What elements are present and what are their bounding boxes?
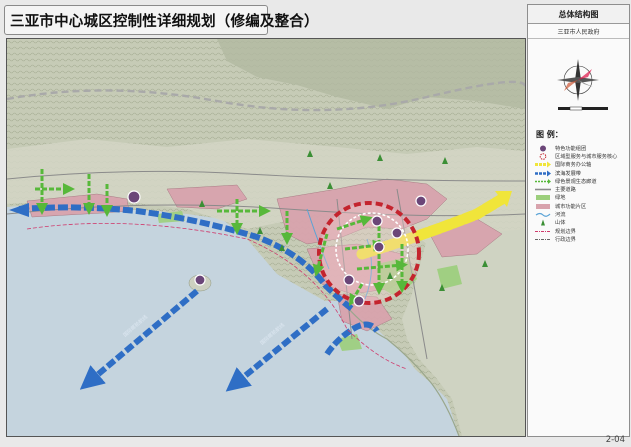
- green-dashed-arrow-icon: [535, 178, 551, 184]
- legend-label: 区域型服务与城市服务核心: [555, 153, 618, 160]
- legend-item: 特色功能组团: [534, 144, 626, 152]
- legend-item: 行政边界: [534, 235, 626, 243]
- pink-fill-icon: [536, 203, 550, 209]
- legend-title: 图 例：: [536, 130, 563, 139]
- map-canvas: 国际邮轮航线 国际邮轮航线: [7, 39, 525, 436]
- panel-subheading: 三亚市人民政府: [528, 24, 629, 39]
- gray-road-icon: [535, 188, 551, 191]
- legend-item: 国际商务办公轴: [534, 161, 626, 169]
- legend-item: 主要道路: [534, 185, 626, 193]
- compass-rose-icon: [557, 59, 599, 101]
- legend-label: 城市功能片区: [555, 203, 587, 210]
- red-boundary-line-icon: [535, 230, 551, 232]
- map-view[interactable]: 国际邮轮航线 国际邮轮航线: [6, 38, 526, 437]
- legend-label: 规划边界: [555, 228, 576, 235]
- legend-label: 国际商务办公轴: [555, 162, 592, 169]
- page-title: 三亚市中心城区控制性详细规划（修编及整合）: [10, 12, 319, 30]
- legend-item: 规划边界: [534, 227, 626, 235]
- legend-panel: 总体结构图 三亚市人民政府 图 例： 特色功能组团 区域型服务与城市服务核心 国…: [527, 4, 630, 437]
- legend-item: 区域型服务与城市服务核心: [534, 152, 626, 160]
- legend-item: 绿地: [534, 194, 626, 202]
- legend-label: 河流: [555, 212, 566, 219]
- title-bar: 三亚市中心城区控制性详细规划（修编及整合）: [4, 5, 319, 35]
- page-number: 2-04: [605, 435, 625, 445]
- panel-heading: 总体结构图: [528, 5, 629, 24]
- legend-label: 主要道路: [555, 187, 576, 194]
- legend-label: 绿色景观生态廊道: [555, 178, 597, 185]
- green-fill-icon: [536, 195, 550, 201]
- blue-river-icon: [535, 212, 551, 217]
- legend-item: 绿色景观生态廊道: [534, 177, 626, 185]
- legend-label: 绿地: [555, 195, 566, 202]
- red-dashed-ring-icon: [539, 153, 547, 160]
- legend-label: 特色功能组团: [555, 145, 587, 152]
- legend-label: 山体: [555, 220, 566, 227]
- scale-bar-icon: [558, 106, 608, 111]
- legend-list: 特色功能组团 区域型服务与城市服务核心 国际商务办公轴 滨海发展带 绿色景观生态…: [534, 144, 626, 244]
- gray-boundary-line-icon: [535, 238, 551, 240]
- legend-label: 行政边界: [555, 236, 576, 243]
- purple-circle-icon: [540, 145, 546, 152]
- blue-dashed-band-icon: [535, 170, 551, 177]
- core-service-ring: [317, 201, 421, 305]
- yellow-axis-arrow-icon: [535, 161, 551, 168]
- legend-item: 山体: [534, 219, 626, 227]
- green-tree-icon: [541, 219, 545, 226]
- legend-item: 河流: [534, 210, 626, 218]
- legend-item: 城市功能片区: [534, 202, 626, 210]
- legend-label: 滨海发展带: [555, 170, 581, 177]
- legend-item: 滨海发展带: [534, 169, 626, 177]
